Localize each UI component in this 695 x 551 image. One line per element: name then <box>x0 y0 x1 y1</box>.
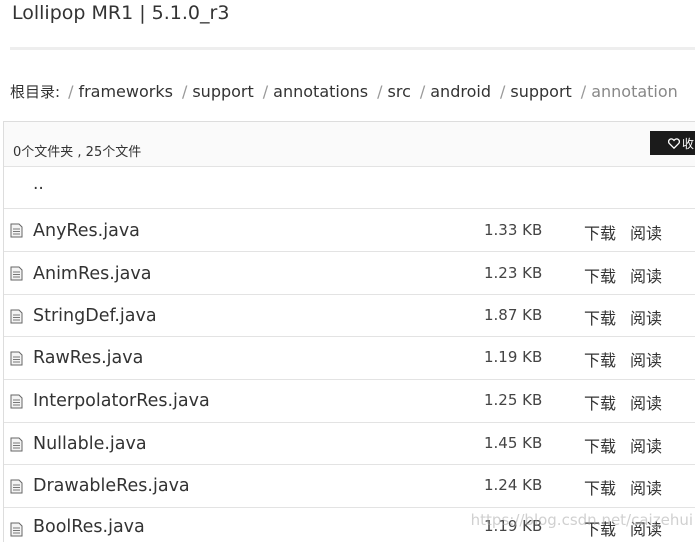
table-row: Nullable.java 1.45 KB 下载 阅读 <box>4 423 695 465</box>
breadcrumb-item-android[interactable]: android <box>430 82 491 101</box>
breadcrumb-item-src[interactable]: src <box>388 82 411 101</box>
file-name-link[interactable]: InterpolatorRes.java <box>33 391 210 411</box>
file-name-link[interactable]: BoolRes.java <box>33 517 145 537</box>
breadcrumb-item-support-2[interactable]: support <box>510 82 571 101</box>
file-name-link[interactable]: AnimRes.java <box>33 264 151 284</box>
file-size: 1.19 KB <box>484 348 543 366</box>
file-name-link[interactable]: RawRes.java <box>33 348 143 368</box>
table-row: RawRes.java 1.19 KB 下载 阅读 <box>4 337 695 380</box>
breadcrumb-current: annotation <box>591 81 678 101</box>
breadcrumb-item-frameworks[interactable]: frameworks <box>78 82 173 101</box>
breadcrumb-separator: / <box>68 81 74 101</box>
file-size: 1.25 KB <box>484 391 543 409</box>
listing-header: 0个文件夹 , 25个文件 收 <box>4 122 695 167</box>
breadcrumb-item-annotations[interactable]: annotations <box>273 82 368 101</box>
file-icon <box>10 351 23 366</box>
title-divider <box>10 47 695 50</box>
breadcrumb-separator: / <box>580 81 587 101</box>
download-link[interactable]: 下载 <box>584 347 616 371</box>
favorite-label: 收 <box>682 136 695 151</box>
page-title: Lollipop MR1 | 5.1.0_r3 <box>12 2 230 24</box>
parent-directory-link[interactable]: .. <box>33 174 44 194</box>
breadcrumb: 根目录: / frameworks / support / annotation… <box>10 80 687 102</box>
table-row: AnyRes.java 1.33 KB 下载 阅读 <box>4 209 695 252</box>
read-link[interactable]: 阅读 <box>630 390 662 414</box>
file-size: 1.87 KB <box>484 306 543 324</box>
table-row: InterpolatorRes.java 1.25 KB 下载 阅读 <box>4 380 695 423</box>
file-name-link[interactable]: Nullable.java <box>33 434 147 454</box>
file-size: 1.23 KB <box>484 264 543 282</box>
breadcrumb-separator: / <box>181 81 188 101</box>
read-link[interactable]: 阅读 <box>630 347 662 371</box>
file-icon <box>10 394 23 409</box>
breadcrumb-separator: / <box>419 81 426 101</box>
file-icon <box>10 223 23 238</box>
download-link[interactable]: 下载 <box>584 305 616 329</box>
breadcrumb-separator: / <box>499 81 506 101</box>
read-link[interactable]: 阅读 <box>630 220 662 244</box>
read-link[interactable]: 阅读 <box>630 263 662 287</box>
file-size: 1.33 KB <box>484 221 543 239</box>
breadcrumb-separator: / <box>377 81 383 101</box>
favorite-button[interactable]: 收 <box>650 131 695 155</box>
file-size: 1.24 KB <box>484 476 543 494</box>
download-link[interactable]: 下载 <box>584 390 616 414</box>
breadcrumb-item-support[interactable]: support <box>192 82 253 101</box>
download-link[interactable]: 下载 <box>584 220 616 244</box>
file-count-summary: 0个文件夹 , 25个文件 <box>13 145 142 160</box>
file-icon <box>10 309 23 324</box>
file-listing: 0个文件夹 , 25个文件 收 .. AnyRes.java 1.33 KB 下… <box>3 121 695 542</box>
file-size: 1.45 KB <box>484 434 543 452</box>
read-link[interactable]: 阅读 <box>630 475 662 499</box>
download-link[interactable]: 下载 <box>584 433 616 457</box>
watermark: https://blog.csdn.net/caizehui <box>470 511 693 529</box>
file-icon <box>10 266 23 281</box>
heart-icon <box>668 137 680 149</box>
table-row: AnimRes.java 1.23 KB 下载 阅读 <box>4 252 695 295</box>
file-name-link[interactable]: DrawableRes.java <box>33 476 190 496</box>
breadcrumb-separator: / <box>262 81 269 101</box>
breadcrumb-root-label: 根目录: <box>10 82 61 101</box>
table-row: DrawableRes.java 1.24 KB 下载 阅读 <box>4 465 695 508</box>
file-icon <box>10 479 23 494</box>
read-link[interactable]: 阅读 <box>630 305 662 329</box>
file-name-link[interactable]: AnyRes.java <box>33 221 140 241</box>
download-link[interactable]: 下载 <box>584 475 616 499</box>
file-name-link[interactable]: StringDef.java <box>33 306 157 326</box>
download-link[interactable]: 下载 <box>584 263 616 287</box>
table-row: StringDef.java 1.87 KB 下载 阅读 <box>4 295 695 337</box>
read-link[interactable]: 阅读 <box>630 433 662 457</box>
parent-directory-row[interactable]: .. <box>4 166 695 209</box>
file-icon <box>10 437 23 452</box>
